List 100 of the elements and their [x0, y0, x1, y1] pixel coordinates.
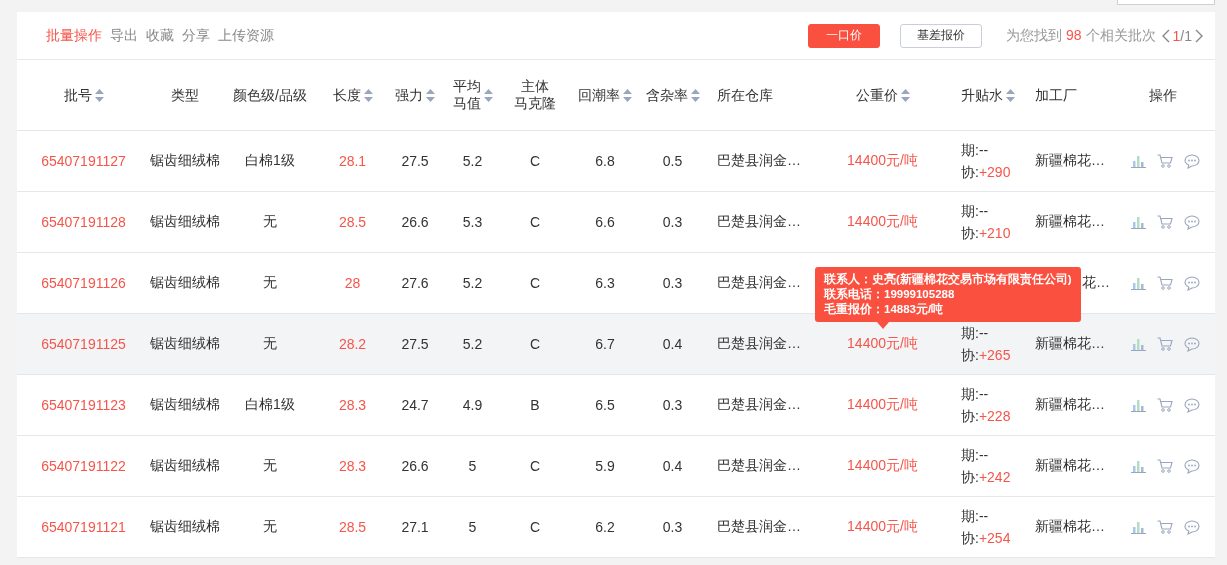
table-cell: 锯齿细绒棉 — [150, 335, 220, 353]
chat-icon[interactable] — [1184, 214, 1200, 230]
toolbar-link[interactable]: 收藏 — [146, 26, 174, 45]
bar-chart-icon[interactable] — [1131, 154, 1146, 168]
next-page-icon[interactable] — [1195, 28, 1203, 43]
chat-icon[interactable] — [1184, 458, 1200, 474]
table-cell: 28.3 — [338, 458, 367, 474]
table-cell: 巴楚县润金… — [717, 152, 801, 170]
table-cell: 白棉1级 — [245, 396, 295, 414]
sort-icon[interactable] — [94, 88, 104, 102]
table-cell: 花… — [1082, 274, 1110, 292]
table-cell: 27.1 — [401, 519, 429, 535]
table-row[interactable]: 65407191128 锯齿细绒棉 无 28.5 26.6 5.3 C 6.6 0.3 巴楚县润金… 14400元/吨 期:-- 协:+210 新疆棉花… — [17, 192, 1215, 253]
table-cell: 27.6 — [401, 275, 429, 291]
column-header-label: 加工厂 — [1035, 86, 1077, 104]
table-cell: 锯齿细绒棉 — [150, 457, 220, 475]
toolbar-link[interactable]: 分享 — [182, 26, 210, 45]
column-header-label: 主体马克隆 — [514, 78, 556, 112]
cart-icon[interactable] — [1157, 215, 1173, 229]
column-header-label: 操作 — [1148, 86, 1177, 104]
table-cell: 0.3 — [662, 397, 683, 413]
table-cell: C — [529, 214, 541, 230]
cart-icon[interactable] — [1157, 276, 1173, 290]
table-row[interactable]: 65407191122 锯齿细绒棉 无 28.3 26.6 5 C 5.9 0.4 巴楚县润金… 14400元/吨 期:-- 协:+242 新疆棉花… — [17, 436, 1215, 497]
table-cell: 6.2 — [595, 519, 615, 535]
table-cell: 巴楚县润金… — [717, 335, 801, 353]
table-row[interactable]: 65407191123 锯齿细绒棉 白棉1级 28.3 24.7 4.9 B 6.5 0.3 巴楚县润金… 14400元/吨 期:-- 协:+228 新疆棉花… — [17, 375, 1215, 436]
table-cell: 0.4 — [662, 458, 683, 474]
table-row[interactable]: 65407191121 锯齿细绒棉 无 28.5 27.1 5 C 6.2 0.3 巴楚县润金… 14400元/吨 期:-- 协:+254 新疆棉花… — [17, 497, 1215, 558]
table-cell: 24.7 — [401, 397, 429, 413]
table-cell: 巴楚县润金… — [717, 396, 801, 414]
bar-chart-icon[interactable] — [1131, 459, 1146, 473]
table-row[interactable]: 65407191127 锯齿细绒棉 白棉1级 28.1 27.5 5.2 C 6.8 0.5 巴楚县润金… 14400元/吨 期:-- 协:+290 新疆棉花… — [17, 131, 1215, 192]
table-cell: 5.2 — [462, 275, 483, 291]
chat-icon[interactable] — [1184, 336, 1200, 352]
table-cell: 27.5 — [401, 153, 429, 169]
column-header-label[interactable]: 回潮率 — [578, 86, 620, 104]
chat-icon[interactable] — [1184, 519, 1200, 535]
column-header-label[interactable]: 强力 — [395, 86, 423, 104]
bar-chart-icon[interactable] — [1131, 520, 1146, 534]
table-cell: 锯齿细绒棉 — [150, 396, 220, 414]
tooltip-text: 联系电话：19999105288 — [824, 287, 956, 302]
sort-icon[interactable] — [900, 88, 910, 102]
table-cell: 0.4 — [662, 336, 683, 352]
table-cell: 新疆棉花… — [1035, 152, 1105, 170]
column-header-label[interactable]: 批号 — [63, 86, 92, 104]
table-cell: 14400元/吨 — [847, 152, 918, 170]
table-cell: 28.3 — [338, 397, 367, 413]
table-cell: 14400元/吨 — [847, 335, 918, 353]
sort-icon[interactable] — [690, 88, 700, 102]
bar-chart-icon[interactable] — [1131, 398, 1146, 412]
column-header-label[interactable]: 升贴水 — [961, 86, 1003, 104]
cart-icon[interactable] — [1157, 398, 1173, 412]
bar-chart-icon[interactable] — [1131, 337, 1146, 351]
futures-basis-text: 期:-- — [961, 385, 990, 403]
table-cell: 14400元/吨 — [847, 518, 918, 536]
cart-icon[interactable] — [1157, 154, 1173, 168]
sort-icon[interactable] — [363, 88, 373, 102]
futures-basis-text: 期:-- — [961, 141, 990, 159]
column-header-label[interactable]: 长度 — [332, 86, 361, 104]
table-cell: 0.3 — [662, 214, 683, 230]
column-header-label[interactable]: 平均马值 — [452, 78, 481, 112]
column-header-label[interactable]: 含杂率 — [645, 86, 688, 104]
column-header-label[interactable]: 公重价 — [855, 86, 898, 104]
table-cell: 14400元/吨 — [847, 213, 918, 231]
sort-icon[interactable] — [426, 88, 435, 102]
sort-icon[interactable] — [623, 88, 632, 102]
chat-icon[interactable] — [1184, 153, 1200, 169]
cart-icon[interactable] — [1157, 459, 1173, 473]
cart-icon[interactable] — [1157, 337, 1173, 351]
bar-chart-icon[interactable] — [1131, 215, 1146, 229]
table-cell: 5.3 — [462, 214, 483, 230]
table-cell: 无 — [263, 457, 277, 475]
table-cell: 28.1 — [338, 153, 367, 169]
table-cell: 14400元/吨 — [847, 457, 918, 475]
negotiated-basis-text: 协:+290 — [961, 163, 1011, 181]
toolbar-link[interactable]: 上传资源 — [218, 26, 274, 45]
table-cell: 无 — [263, 335, 277, 353]
negotiated-basis-text: 协:+242 — [961, 468, 1011, 486]
chat-icon[interactable] — [1184, 397, 1200, 413]
table-cell: 0.5 — [662, 153, 683, 169]
toolbar-link[interactable]: 导出 — [110, 26, 138, 45]
futures-basis-text: 期:-- — [961, 324, 990, 342]
chat-icon[interactable] — [1184, 275, 1200, 291]
table-cell: 巴楚县润金… — [717, 213, 801, 231]
price-mode-button[interactable]: 基差报价 — [900, 23, 983, 48]
previous-page-icon[interactable] — [1161, 28, 1170, 43]
table-cell: 5.2 — [462, 336, 483, 352]
column-header-label: 类型 — [171, 86, 199, 104]
table-cell: 27.5 — [401, 336, 429, 352]
top-field[interactable] — [1117, 0, 1215, 5]
table-cell: B — [530, 397, 540, 413]
table-cell: 新疆棉花… — [1035, 396, 1105, 414]
table-cell: 巴楚县润金… — [717, 518, 801, 536]
sort-icon[interactable] — [1006, 88, 1015, 102]
table-cell: 6.8 — [595, 153, 615, 169]
sort-icon[interactable] — [483, 88, 493, 102]
table-cell: C — [529, 275, 541, 291]
bar-chart-icon[interactable] — [1131, 276, 1146, 290]
cart-icon[interactable] — [1157, 520, 1173, 534]
